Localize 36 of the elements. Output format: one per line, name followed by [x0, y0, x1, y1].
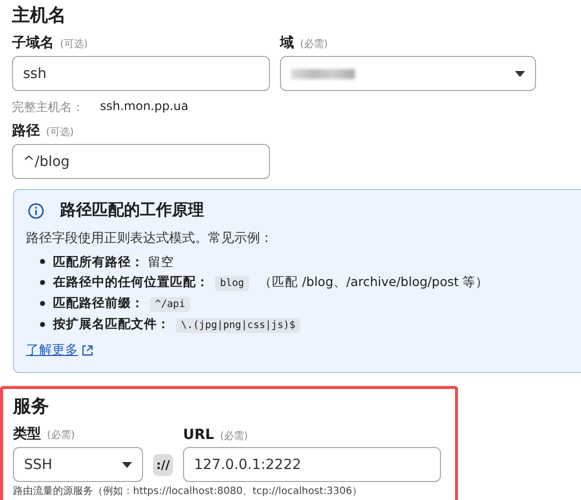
full-hostname-label: 完整主机名： — [12, 99, 84, 116]
field-hint: (可选) — [60, 38, 88, 51]
bullet-icon — [40, 301, 45, 306]
example-item: 在路径中的任何位置匹配： blog （匹配 /blog、/archive/blog/post 等） — [53, 272, 489, 292]
field-label: 子域名 — [12, 34, 54, 52]
example-item: 匹配路径前缀： ^/api — [53, 292, 196, 314]
section-title: 主机名 — [12, 4, 67, 28]
example-item: 匹配所有路径： 留空 — [53, 252, 174, 270]
path-field[interactable]: ^/blog — [12, 144, 270, 179]
subdomain-field[interactable]: ssh — [12, 56, 270, 91]
section-title: 服务 — [13, 395, 50, 419]
field-label: 域 — [280, 34, 294, 52]
help-text: 路由流量的源服务（例如：https://localhost:8080、tcp://localhost:3306） — [13, 484, 364, 498]
bullet-icon — [40, 259, 45, 264]
bullet-icon — [40, 322, 45, 327]
field-label: 类型 — [13, 425, 41, 443]
full-hostname-value: ssh.mon.pp.ua — [100, 99, 188, 115]
caret-icon — [122, 462, 132, 468]
info-title: 路径匹配的工作原理 — [60, 200, 204, 221]
learn-more-link[interactable]: 了解更多 — [26, 341, 93, 359]
caret-icon — [515, 70, 525, 76]
domain-select[interactable] — [280, 56, 536, 91]
external-link-icon — [82, 344, 93, 356]
field-hint: (必需) — [220, 430, 248, 443]
field-label: URL — [183, 427, 214, 443]
info-icon — [28, 202, 44, 218]
field-label: 路径 — [12, 122, 40, 140]
bullet-icon — [40, 280, 45, 285]
field-hint: (必需) — [47, 428, 75, 442]
example-item: 按扩展名匹配文件： \.(jpg|png|css|js)$ — [53, 314, 306, 336]
field-hint: (必需) — [300, 38, 328, 51]
info-intro: 路径字段使用正则表达式模式。常见示例： — [26, 230, 274, 247]
type-select[interactable]: SSH — [13, 447, 143, 482]
field-hint: (可选) — [46, 126, 74, 139]
protocol-separator: :// — [153, 454, 173, 476]
url-field[interactable]: 127.0.0.1:2222 — [183, 447, 441, 482]
